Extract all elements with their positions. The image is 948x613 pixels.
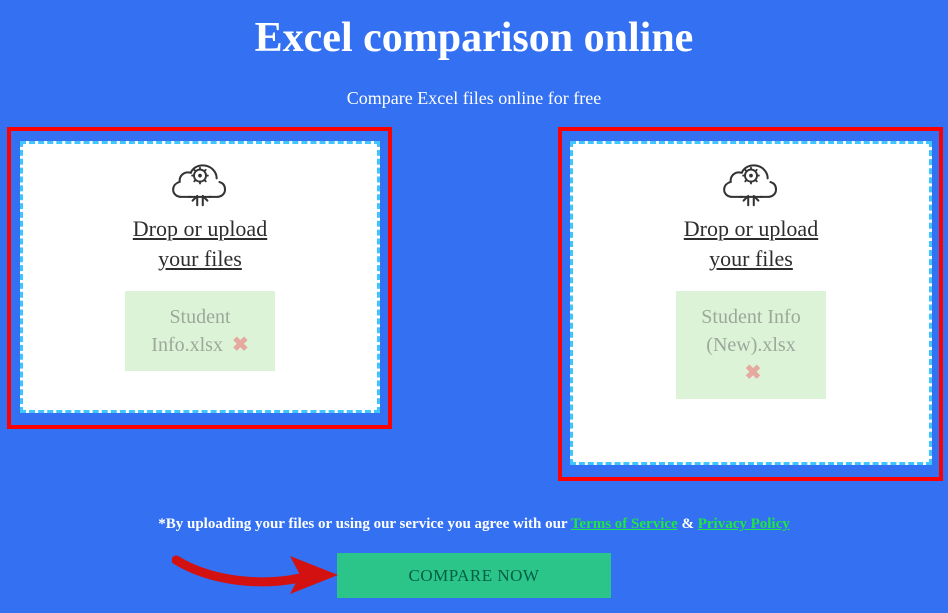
legal-amp: & [681, 516, 697, 532]
drop-zones-row: Drop or upload your files Student Info.x… [0, 127, 948, 487]
drop-label[interactable]: Drop or upload your files [684, 214, 818, 273]
terms-of-service-link[interactable]: Terms of Service [571, 516, 678, 532]
cloud-upload-icon [721, 158, 781, 208]
file-name: Student Info (New).xlsx [701, 306, 800, 356]
drop-label-line1: Drop or upload [133, 216, 267, 241]
legal-text: *By uploading your files or using our se… [0, 516, 948, 533]
drop-label-line1: Drop or upload [684, 216, 818, 241]
file-name: Student Info.xlsx [151, 306, 230, 356]
privacy-policy-link[interactable]: Privacy Policy [698, 516, 790, 532]
drop-label[interactable]: Drop or upload your files [133, 214, 267, 273]
drop-zone-right[interactable]: Drop or upload your files Student Info (… [570, 141, 932, 465]
compare-now-button[interactable]: COMPARE NOW [337, 553, 611, 598]
drop-label-line2: your files [158, 246, 242, 271]
drop-label-line2: your files [709, 246, 793, 271]
page-title: Excel comparison online [0, 0, 948, 62]
drop-zone-left[interactable]: Drop or upload your files Student Info.x… [20, 141, 380, 413]
subtitle: Compare Excel files online for free [0, 88, 948, 109]
annotation-arrow-icon [172, 552, 338, 598]
remove-file-icon[interactable]: ✖ [232, 334, 249, 356]
file-chip-right: Student Info (New).xlsx ✖ [676, 291, 826, 399]
cloud-upload-icon [170, 158, 230, 208]
file-chip-left: Student Info.xlsx ✖ [125, 291, 275, 371]
legal-prefix: *By uploading your files or using our se… [158, 516, 571, 532]
remove-file-icon[interactable]: ✖ [745, 362, 762, 384]
